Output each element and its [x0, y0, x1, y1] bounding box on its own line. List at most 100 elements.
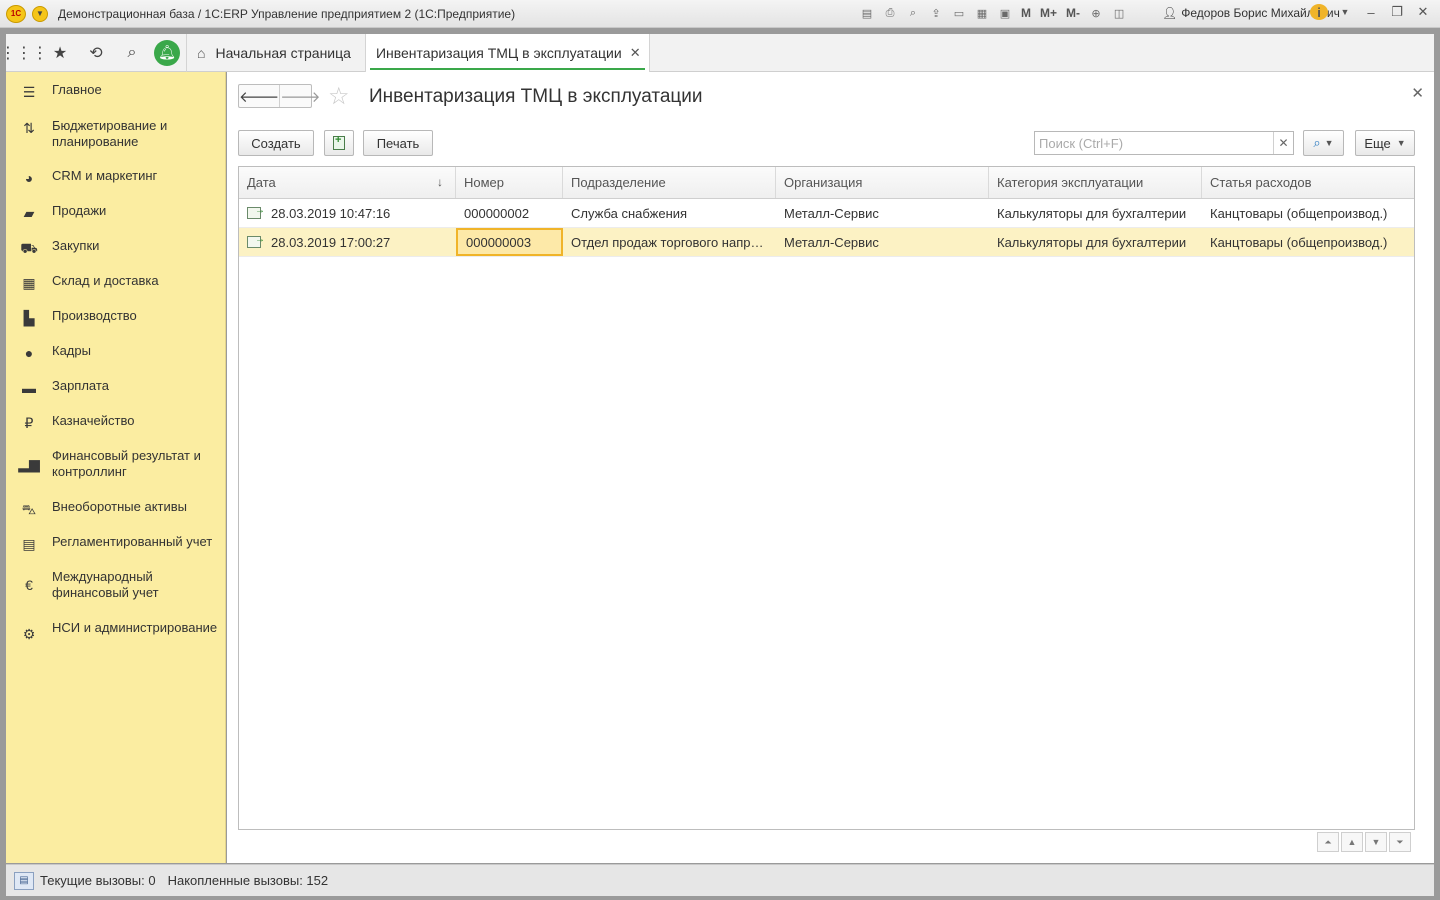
sidebar-item-production[interactable]: ▙ Производство [6, 308, 226, 327]
scan-icon[interactable]: ▭ [950, 4, 968, 22]
sidebar-item-budgeting[interactable]: ⇅ Бюджетирование и планирование [6, 118, 226, 150]
person-icon: ● [24, 345, 34, 361]
column-header-label: Категория эксплуатации [997, 175, 1144, 190]
scroll-first-icon[interactable]: ⏶ [1317, 832, 1339, 852]
title-toolbar: ▤ ⎙ ⌕ ⇪ ▭ ▦ ▣ M M+ M- ⊕ ◫ [858, 4, 1128, 22]
sidebar-item-warehouse[interactable]: ▦ Склад и доставка [6, 273, 226, 292]
close-tab-icon[interactable]: ✕ [630, 45, 641, 61]
server-calls-icon[interactable]: ▤ [14, 871, 34, 890]
gear-icon: ⚙ [22, 626, 36, 642]
memory-button[interactable]: M [1019, 4, 1033, 22]
column-header-number[interactable]: Номер [456, 167, 563, 198]
sidebar-item-fixed-assets[interactable]: ⛍ Внеоборотные активы [6, 499, 226, 520]
notifications-bell-icon[interactable]: 🔔︎ [154, 39, 180, 66]
column-header-organization[interactable]: Организация [776, 167, 989, 198]
search-box: ✕ [1034, 131, 1294, 155]
favorites-star-icon[interactable]: ★ [42, 35, 78, 71]
euro-icon: € [25, 577, 33, 593]
budget-icon: ⇅ [23, 120, 35, 136]
sidebar-item-label: Склад и доставка [52, 273, 159, 288]
table-row-selected[interactable]: 28.03.2019 17:00:27 000000003 Отдел прод… [239, 228, 1414, 257]
menu-lines-icon: ☰ [22, 84, 36, 100]
add-document-icon [333, 134, 345, 150]
sidebar-item-label: Бюджетирование и планирование [52, 118, 168, 149]
cell-category: Калькуляторы для бухгалтерии [997, 205, 1187, 221]
calendar-icon[interactable]: ▣ [996, 4, 1014, 22]
sidebar-item-international[interactable]: € Международный финансовый учет [6, 569, 226, 601]
more-button[interactable]: Еще ▼ [1355, 130, 1415, 156]
memory-plus-button[interactable]: M+ [1038, 4, 1059, 22]
search-input[interactable] [1035, 132, 1273, 154]
sidebar-item-purchases[interactable]: ⛟ Закупки [6, 238, 226, 259]
briefcase-icon: ▰ [23, 205, 35, 221]
scroll-down-icon[interactable]: ▼ [1365, 832, 1387, 852]
sidebar-item-salary[interactable]: ▬ Зарплата [6, 378, 226, 396]
posted-document-icon [247, 205, 265, 219]
upload-icon[interactable]: ⇪ [927, 4, 945, 22]
sidebar-item-sales[interactable]: ▰ Продажи [6, 203, 226, 222]
tab-inventory[interactable]: Инвентаризация ТМЦ в эксплуатации ✕ [364, 33, 650, 72]
forward-arrow-icon[interactable]: 🡒 [279, 85, 320, 107]
column-header-expense-item[interactable]: Статья расходов [1202, 167, 1414, 198]
search-icon[interactable]: ⌕ [114, 35, 150, 71]
sidebar-item-treasury[interactable]: ₽ Казначейство [6, 413, 226, 432]
sort-descending-icon: ↓ [437, 175, 443, 189]
info-icon[interactable]: i [1310, 4, 1328, 20]
calculator-icon[interactable]: ▦ [973, 4, 991, 22]
restore-icon[interactable]: ❐ [1388, 4, 1406, 20]
print-icon[interactable]: ⎙ [881, 4, 899, 22]
history-navigation: 🡐 🡒 [238, 84, 320, 108]
column-header-department[interactable]: Подразделение [563, 167, 776, 198]
favorite-star-icon[interactable]: ☆ [328, 82, 350, 111]
scroll-last-icon[interactable]: ⏷ [1389, 832, 1411, 852]
preview-icon[interactable]: ⌕ [904, 4, 922, 22]
history-icon[interactable]: ⟲ [78, 35, 114, 71]
warehouse-icon: ▦ [22, 275, 36, 291]
column-header-date[interactable]: Дата ↓ [239, 167, 456, 198]
cell-organization: Металл-Сервис [784, 234, 879, 250]
back-arrow-icon[interactable]: 🡐 [239, 85, 279, 107]
copy-document-button[interactable] [324, 130, 354, 156]
sidebar-item-financial-result[interactable]: ▂▆ Финансовый результат и контроллинг [6, 448, 226, 480]
sidebar-item-label: Международный финансовый учет [52, 569, 159, 600]
tab-home[interactable]: ⌂ Начальная страница [186, 33, 365, 72]
sidebar-item-main[interactable]: ☰ Главное [6, 82, 226, 101]
window-title: Демонстрационная база / 1С:ERP Управлени… [58, 6, 516, 21]
user-icon: 👤︎ [1162, 6, 1178, 20]
sidebar-item-crm[interactable]: ◕ CRM и маркетинг [6, 168, 226, 186]
title-bar: 1С ▼ Демонстрационная база / 1С:ERP Упра… [0, 0, 1440, 28]
cell-organization: Металл-Сервис [784, 205, 879, 221]
chevron-down-icon[interactable]: ▼ [1336, 7, 1354, 17]
clear-search-icon[interactable]: ✕ [1273, 132, 1293, 154]
zoom-icon[interactable]: ⊕ [1087, 4, 1105, 22]
app-logo-icon[interactable]: 1С [6, 4, 26, 23]
table-header: Дата ↓ Номер Подразделение Организация К… [239, 167, 1414, 199]
calculator-icon: ▤ [22, 536, 36, 552]
tab-inventory-label: Инвентаризация ТМЦ в эксплуатации [375, 44, 622, 61]
sidebar-item-regulated-accounting[interactable]: ▤ Регламентированный учет [6, 534, 226, 553]
close-form-icon[interactable]: ✕ [1411, 84, 1424, 102]
panels-icon[interactable]: ◫ [1110, 4, 1128, 22]
table-row[interactable]: 28.03.2019 10:47:16 000000002 Служба сна… [239, 199, 1414, 228]
column-header-category[interactable]: Категория эксплуатации [989, 167, 1202, 198]
cell-date: 28.03.2019 17:00:27 [239, 228, 456, 256]
main-menu-dropdown-icon[interactable]: ▼ [32, 5, 48, 22]
cell-text: 28.03.2019 10:47:16 [271, 205, 391, 221]
cart-icon: ⛟ [20, 240, 38, 256]
cell-number-focused[interactable]: 000000003 [456, 228, 563, 256]
search-options-button[interactable]: ⌕ ▼ [1303, 130, 1344, 156]
sidebar-item-label: НСИ и администрирование [52, 620, 218, 635]
create-button[interactable]: Создать [238, 130, 314, 156]
print-button[interactable]: Печать [363, 130, 433, 156]
close-window-icon[interactable]: ✕ [1414, 4, 1432, 20]
sidebar-item-admin[interactable]: ⚙ НСИ и администрирование [6, 620, 226, 643]
column-header-label: Организация [784, 175, 863, 190]
status-bar: ▤ Текущие вызовы: 0 Накопленные вызовы: … [6, 864, 1434, 896]
cell-department: Служба снабжения [571, 205, 688, 221]
apps-grid-icon[interactable]: ⋮⋮⋮ [0, 35, 48, 71]
memory-minus-button[interactable]: M- [1064, 4, 1082, 22]
scroll-up-icon[interactable]: ▲ [1341, 832, 1363, 852]
minimize-icon[interactable]: – [1362, 5, 1380, 20]
sidebar-item-hr[interactable]: ● Кадры [6, 343, 226, 361]
save-icon[interactable]: ▤ [858, 4, 876, 22]
